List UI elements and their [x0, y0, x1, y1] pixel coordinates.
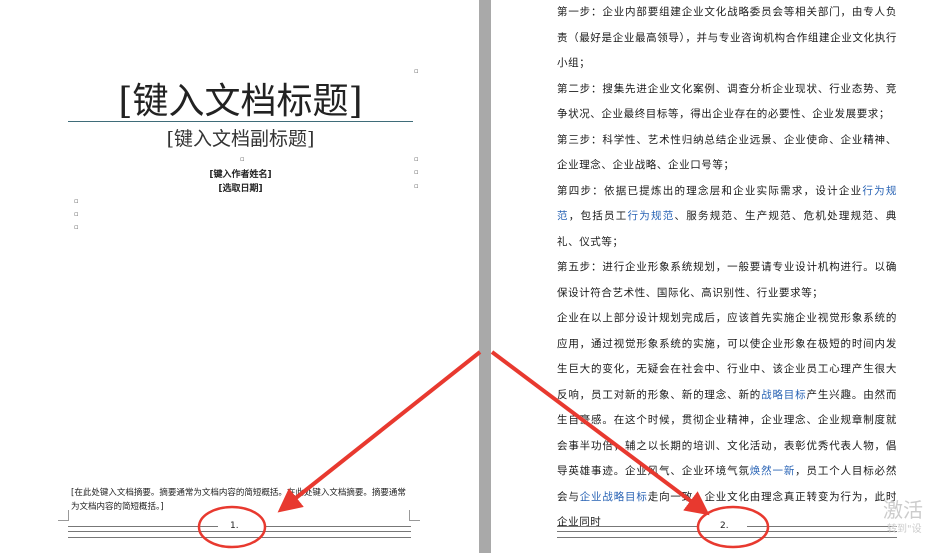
- annotation-overlay: [197, 350, 770, 549]
- red-circle-page2: [696, 505, 770, 549]
- red-circle-page1: [197, 505, 267, 549]
- red-arrow-left: [277, 350, 482, 513]
- red-arrow-right: [490, 350, 710, 516]
